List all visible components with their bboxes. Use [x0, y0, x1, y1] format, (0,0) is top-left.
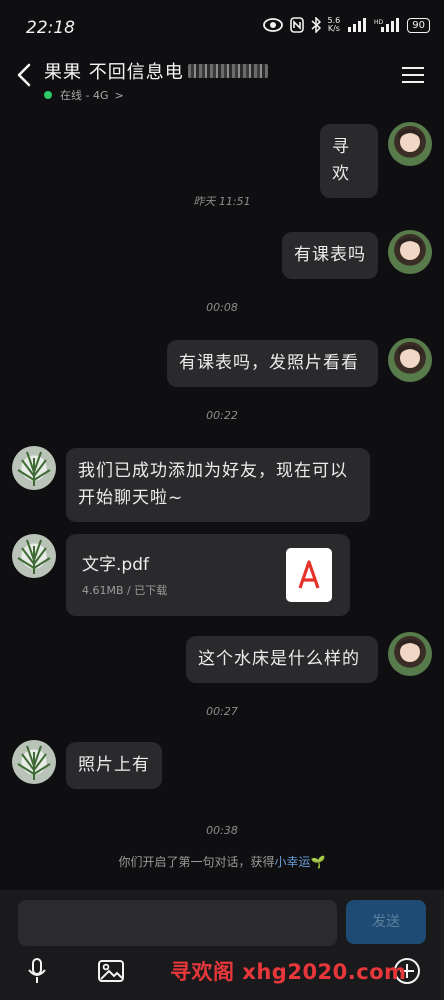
timestamp: 00:22 — [206, 409, 238, 422]
net-speed: 5.6 K/s — [327, 16, 341, 33]
message-bubble[interactable]: 这个水床是什么样的 — [186, 636, 378, 683]
redacted-number — [187, 64, 268, 78]
message-input[interactable] — [18, 900, 337, 946]
online-status: 在线 - 4G > — [44, 87, 384, 103]
avatar[interactable] — [388, 230, 432, 274]
timestamp: 00:27 — [206, 705, 238, 718]
lucky-link[interactable]: 小幸运 — [275, 855, 311, 869]
contact-info[interactable]: 果果 不回信息电 在线 - 4G > — [44, 58, 384, 103]
seedling-icon: 🌱 — [310, 855, 326, 869]
status-time: 22:18 — [26, 18, 75, 38]
bluetooth-icon — [311, 17, 321, 33]
signal-icon — [348, 18, 367, 32]
avatar[interactable] — [388, 122, 432, 166]
image-icon[interactable] — [96, 956, 126, 986]
microphone-icon[interactable] — [22, 956, 52, 986]
file-message[interactable]: 文字.pdf 4.61MB / 已下载 — [66, 534, 350, 616]
input-bar: 发送 寻欢阁 xhg2020.com — [0, 890, 444, 1000]
file-name: 文字.pdf — [82, 555, 149, 575]
status-bar: 22:18 5.6 K/s HD 90 — [0, 0, 444, 52]
contact-name: 果果 不回信息电 — [44, 62, 184, 83]
signal-icon: HD — [374, 18, 400, 32]
avatar[interactable] — [388, 338, 432, 382]
back-icon[interactable] — [14, 62, 36, 88]
avatar[interactable] — [12, 534, 56, 578]
status-icons: 5.6 K/s HD 90 — [262, 16, 430, 33]
timestamp: 00:08 — [206, 301, 238, 314]
nfc-icon — [289, 17, 304, 33]
message-bubble[interactable]: 寻欢 — [320, 124, 378, 198]
chevron-right-icon: > — [114, 88, 124, 102]
send-button[interactable]: 发送 — [346, 900, 426, 944]
menu-icon[interactable] — [402, 66, 424, 84]
message-bubble[interactable]: 有课表吗，发照片看看 — [167, 340, 378, 387]
system-note-text: 你们开启了第一句对话，获得 — [118, 855, 275, 869]
file-meta: 4.61MB / 已下载 — [82, 584, 168, 597]
avatar[interactable] — [388, 632, 432, 676]
svg-text:HD: HD — [374, 19, 384, 26]
system-note: 你们开启了第一句对话，获得小幸运🌱 — [0, 853, 444, 870]
timestamp: 00:38 — [206, 824, 238, 837]
online-status-text: 在线 - 4G — [60, 89, 109, 102]
eye-icon — [262, 18, 283, 32]
timestamp: 昨天 11:51 — [193, 195, 251, 208]
message-bubble[interactable]: 我们已成功添加为好友，现在可以开始聊天啦~ — [66, 448, 370, 522]
message-bubble[interactable]: 照片上有 — [66, 742, 162, 789]
pdf-icon — [286, 548, 332, 602]
message-bubble[interactable]: 有课表吗 — [282, 232, 378, 279]
chat-area[interactable]: 寻欢 昨天 11:51 有课表吗 00:08 有课表吗，发照片看看 00:22 … — [0, 110, 444, 890]
avatar[interactable] — [12, 740, 56, 784]
online-dot — [44, 91, 52, 99]
battery-icon: 90 — [407, 17, 430, 33]
avatar[interactable] — [12, 446, 56, 490]
chat-header: 果果 不回信息电 在线 - 4G > — [0, 54, 444, 104]
watermark: 寻欢阁 xhg2020.com — [170, 960, 407, 984]
